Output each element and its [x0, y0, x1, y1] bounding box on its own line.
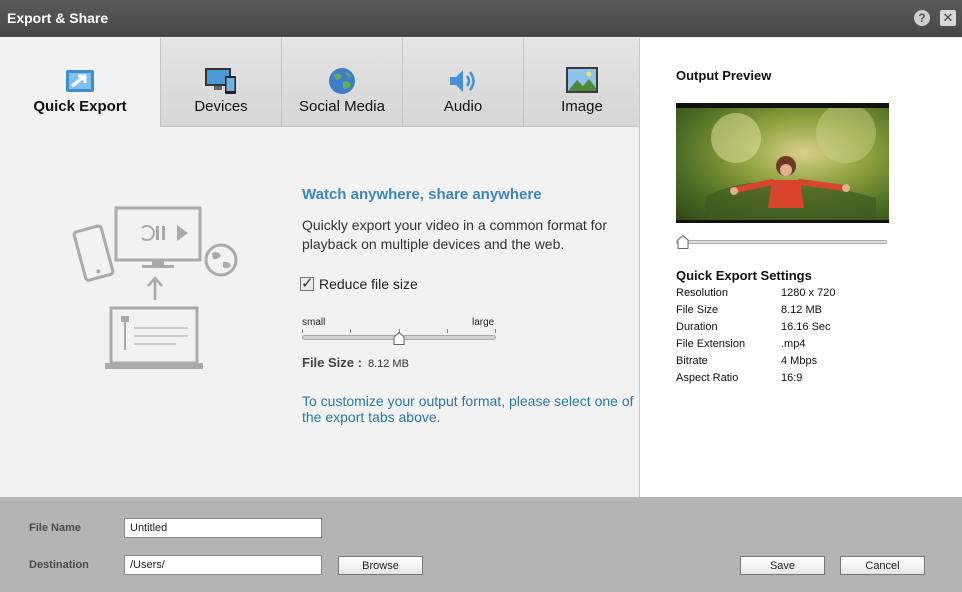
- settings-table: Resolution 1280 x 720 File Size 8.12 MB Du…: [676, 287, 835, 389]
- tab-label: Quick Export: [33, 98, 127, 115]
- browse-button[interactable]: Browse: [338, 556, 423, 575]
- main-heading: Watch anywhere, share anywhere: [302, 186, 542, 203]
- slider-min-label: small: [302, 317, 326, 328]
- reduce-file-size-label: Reduce file size: [319, 276, 418, 292]
- setting-value: .mp4: [781, 338, 806, 350]
- settings-row: Resolution 1280 x 720: [676, 287, 835, 304]
- setting-value: 16:9: [781, 372, 803, 384]
- setting-key: Resolution: [676, 287, 728, 299]
- setting-key: Aspect Ratio: [676, 372, 739, 384]
- close-icon[interactable]: ✕: [940, 10, 956, 26]
- settings-row: Bitrate 4 Mbps: [676, 355, 835, 372]
- file-size-slider-thumb[interactable]: [393, 331, 405, 345]
- preview-scrubber[interactable]: [676, 240, 887, 244]
- slider-tick: [447, 329, 448, 333]
- tab-devices[interactable]: Devices: [160, 38, 281, 127]
- image-icon: [565, 66, 599, 99]
- slider-tick: [495, 329, 496, 333]
- devices-icon: [203, 66, 239, 101]
- share-illustration: [66, 200, 246, 375]
- tab-label: Image: [561, 98, 603, 115]
- file-size-readout: File Size : 8.12 MB: [302, 355, 409, 370]
- video-preview: [676, 103, 889, 223]
- window-title: Export & Share: [7, 10, 109, 26]
- main-description: Quickly export your video in a common fo…: [302, 217, 608, 252]
- file-name-input[interactable]: [124, 518, 322, 538]
- reduce-file-size-option[interactable]: Reduce file size: [300, 274, 418, 292]
- destination-input[interactable]: [124, 555, 322, 575]
- cancel-button[interactable]: Cancel: [840, 556, 925, 575]
- tab-quick-export[interactable]: Quick Export: [0, 38, 160, 127]
- file-size-value: 8.12 MB: [367, 358, 409, 370]
- settings-row: File Size 8.12 MB: [676, 304, 835, 321]
- file-size-label: File Size :: [302, 355, 362, 370]
- preview-frame: [676, 103, 889, 220]
- tab-image[interactable]: Image: [523, 38, 640, 127]
- speaker-icon: [447, 66, 479, 101]
- setting-value: 4 Mbps: [781, 355, 818, 367]
- destination-label: Destination: [29, 559, 89, 571]
- tab-label: Devices: [194, 98, 248, 115]
- slider-tick: [302, 329, 303, 333]
- export-tabs: Quick Export Devices Social Media Audio …: [0, 38, 640, 127]
- quick-export-icon: [64, 68, 96, 101]
- settings-row: Aspect Ratio 16:9: [676, 372, 835, 389]
- save-button[interactable]: Save: [740, 556, 825, 575]
- tab-label: Audio: [443, 98, 483, 115]
- customize-hint: To customize your output format, please …: [302, 393, 634, 425]
- globe-icon: [327, 66, 357, 101]
- tab-social-media[interactable]: Social Media: [281, 38, 402, 127]
- tab-audio[interactable]: Audio: [402, 38, 523, 127]
- tab-label: Social Media: [299, 98, 385, 115]
- reduce-file-size-checkbox[interactable]: [300, 274, 314, 292]
- slider-max-label: large: [472, 317, 495, 328]
- title-bar: Export & Share ? ✕: [0, 0, 962, 37]
- preview-scrubber-thumb[interactable]: [677, 234, 689, 254]
- settings-row: File Extension .mp4: [676, 338, 835, 355]
- bottom-bar: File Name Destination Browse Save Cancel: [0, 497, 962, 592]
- setting-value: 8.12 MB: [781, 304, 822, 316]
- slider-tick: [350, 329, 351, 333]
- setting-value: 16.16 Sec: [781, 321, 831, 333]
- help-icon[interactable]: ?: [914, 10, 930, 26]
- setting-key: File Size: [676, 304, 719, 316]
- setting-value: 1280 x 720: [781, 287, 836, 299]
- settings-row: Duration 16.16 Sec: [676, 321, 835, 338]
- setting-key: Bitrate: [676, 355, 708, 367]
- output-preview-title: Output Preview: [676, 68, 772, 83]
- file-name-label: File Name: [29, 522, 81, 534]
- settings-title: Quick Export Settings: [676, 268, 812, 283]
- setting-key: File Extension: [676, 338, 746, 350]
- setting-key: Duration: [676, 321, 718, 333]
